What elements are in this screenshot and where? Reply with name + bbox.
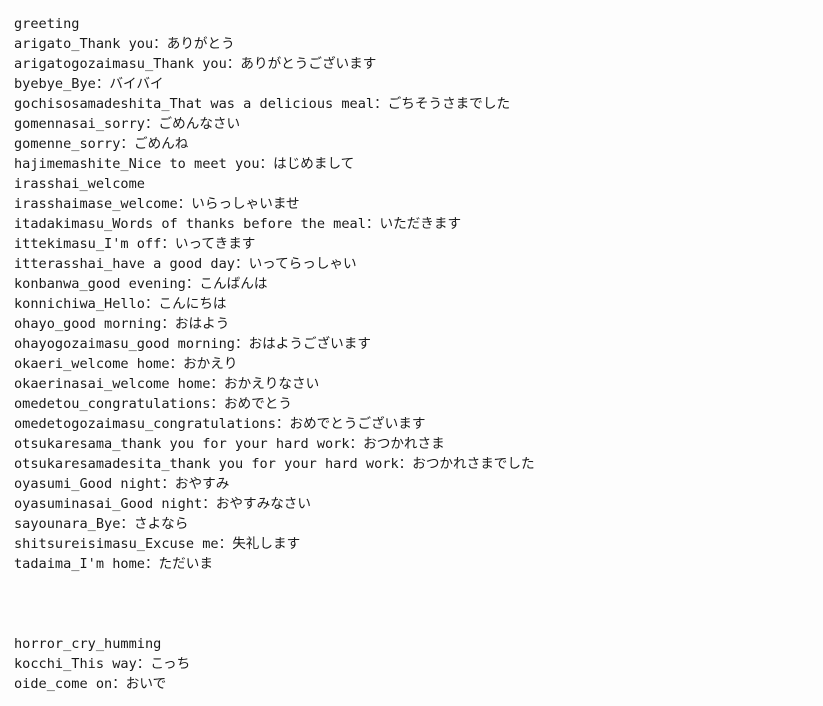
list-item: itterasshai_have a good day：いってらっしゃい (14, 256, 357, 272)
list-item: arigato_Thank you：ありがとう (14, 36, 235, 52)
list-item: oyasumi_Good night：おやすみ (14, 476, 230, 492)
list-item: sayounara_Bye：さよなら (14, 516, 189, 532)
list-item: otsukaresamadesita_thank you for your ha… (14, 456, 535, 472)
list-item: ohayogozaimasu_good morning：おはようございます (14, 336, 371, 352)
list-item: okaerinasai_welcome home：おかえりなさい (14, 376, 320, 392)
phrase-group-greeting: greeting arigato_Thank you：ありがとう arigato… (14, 14, 823, 574)
list-item: konbanwa_good evening：こんばんは (14, 276, 268, 292)
list-item: gomennasai_sorry：ごめんなさい (14, 116, 241, 132)
list-item: horror_cry_humming (14, 636, 162, 652)
list-item: otsukaresama_thank you for your hard wor… (14, 436, 445, 452)
list-item: konnichiwa_Hello：こんにちは (14, 296, 227, 312)
list-item: irasshaimase_welcome：いらっしゃいませ (14, 196, 300, 212)
list-item: gomenne_sorry：ごめんね (14, 136, 189, 152)
list-item: hajimemashite_Nice to meet you：はじめまして (14, 156, 355, 172)
list-item: irasshai_welcome (14, 176, 145, 192)
list-item: oide_come on：おいで (14, 676, 167, 692)
list-item: okaeri_welcome home：おかえり (14, 356, 238, 372)
list-item: oyasuminasai_Good night：おやすみなさい (14, 496, 311, 512)
list-item: omedetogozaimasu_congratulations：おめでとうござ… (14, 416, 426, 432)
list-item: arigatogozaimasu_Thank you：ありがとうございます (14, 56, 377, 72)
list-item: kocchi_This way：こっち (14, 656, 191, 672)
list-item: itadakimasu_Words of thanks before the m… (14, 216, 462, 232)
list-item: ittekimasu_I'm off：いってきます (14, 236, 256, 252)
phrase-group-horror-cry-humming: horror_cry_humming kocchi_This way：こっち o… (14, 634, 823, 694)
text-listing-page: greeting arigato_Thank you：ありがとう arigato… (0, 0, 823, 706)
group-separator (14, 574, 823, 634)
list-item: omedetou_congratulations：おめでとう (14, 396, 292, 412)
list-item: byebye_Bye：バイバイ (14, 76, 164, 92)
list-item: ohayo_good morning：おはよう (14, 316, 230, 332)
list-item: shitsureisimasu_Excuse me：失礼します (14, 536, 301, 552)
list-item: tadaima_I'm home：ただいま (14, 556, 213, 572)
list-item: greeting (14, 16, 80, 32)
list-item: gochisosamadeshita_That was a delicious … (14, 96, 511, 112)
